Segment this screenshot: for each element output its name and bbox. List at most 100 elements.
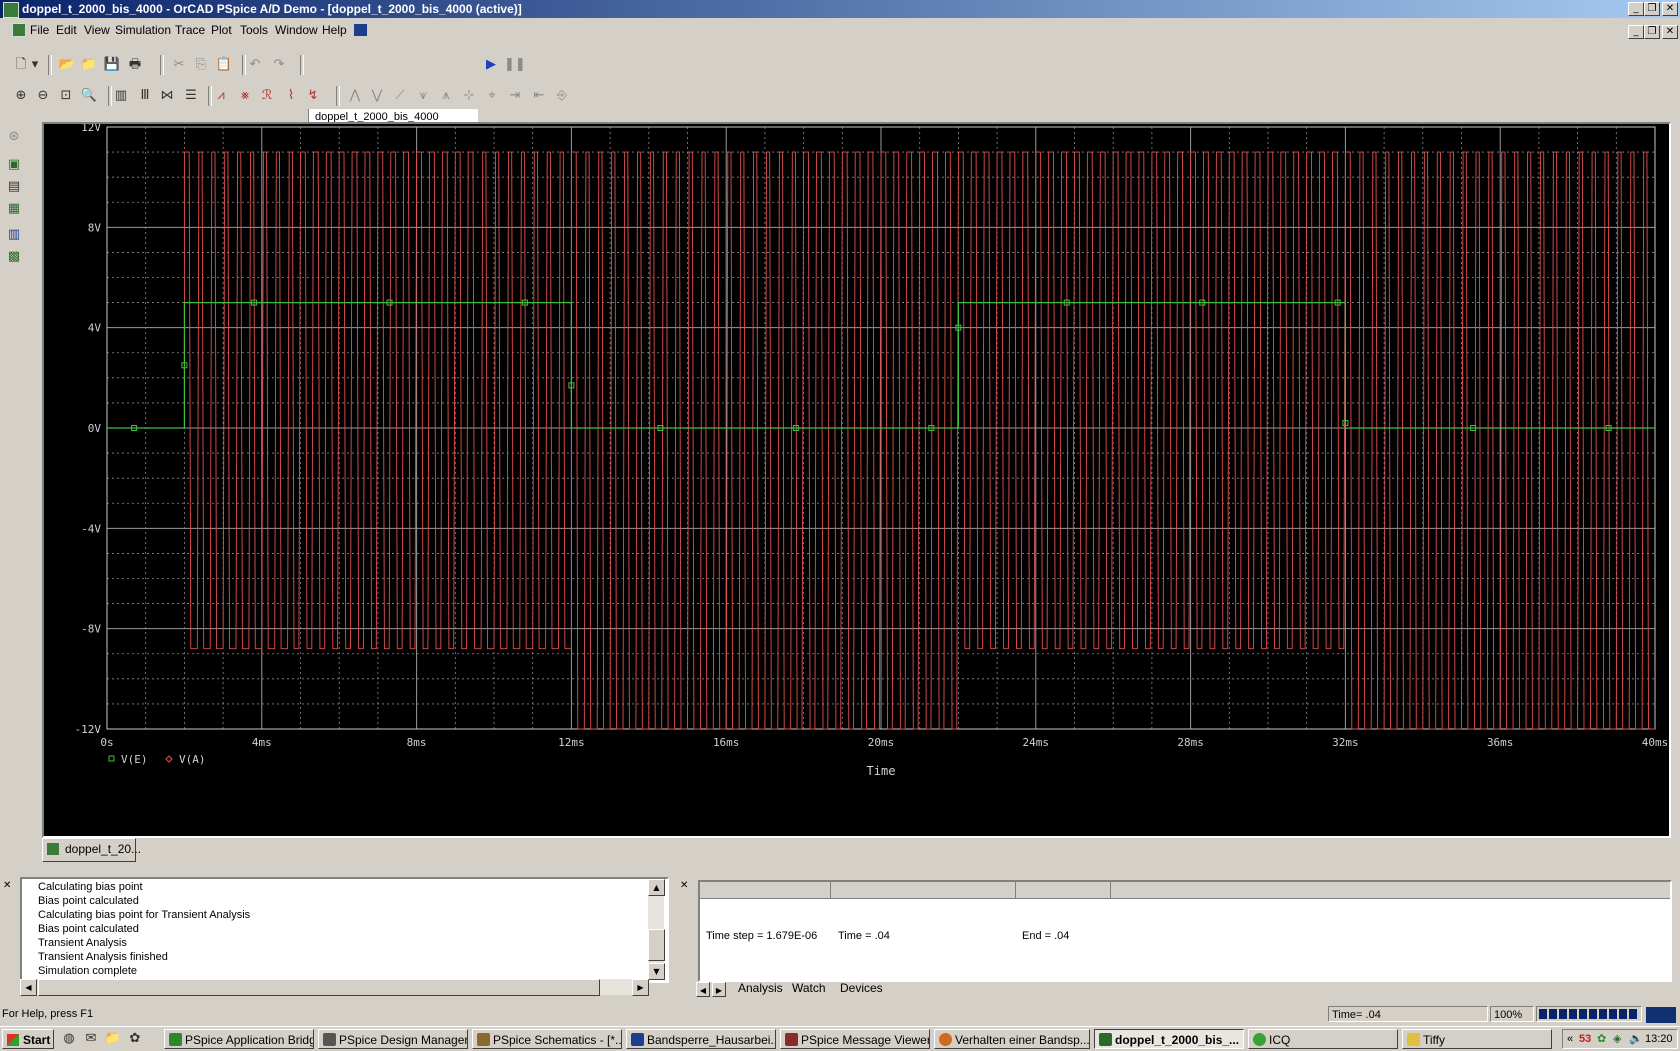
plot-markers-icon[interactable]: ℛ: [258, 87, 276, 105]
task-icq[interactable]: ICQ: [1248, 1029, 1398, 1049]
mdi-restore-icon[interactable]: ❐: [1644, 25, 1660, 39]
tray-expand-icon[interactable]: «: [1567, 1030, 1573, 1048]
cursor-label-icon[interactable]: ⎆: [553, 87, 571, 105]
cursor-next-transition-icon[interactable]: ⇥: [506, 87, 524, 105]
performance-analysis-icon[interactable]: ⋈: [158, 87, 176, 105]
cursor-max-icon[interactable]: ⩚: [437, 87, 455, 105]
new-dropdown-icon[interactable]: ▾: [30, 56, 40, 74]
volume-tray-icon[interactable]: 🔈: [1629, 1030, 1643, 1048]
mdi-close-icon[interactable]: ✕: [1662, 25, 1678, 39]
run-icon[interactable]: ▶: [482, 56, 500, 74]
fourier-icon[interactable]: Ⅲ: [136, 87, 154, 105]
task-pspice-design-manager[interactable]: PSpice Design Manager...: [318, 1029, 468, 1049]
cursor-point-icon[interactable]: ⊹: [460, 87, 478, 105]
copy-icon[interactable]: ⎘: [192, 56, 210, 74]
task-pspice-application-bridge[interactable]: PSpice Application Bridge: [164, 1029, 314, 1049]
start-button[interactable]: Start: [2, 1029, 54, 1049]
tab-scroll-left-icon[interactable]: ◀: [696, 982, 710, 997]
output-pane-close-icon[interactable]: ✕: [3, 877, 11, 891]
plot-window[interactable]: 12V 8V 4V 0V -4V -8V -12V 0s 4ms 8ms 12ms 16ms 20ms 2…: [42, 122, 1671, 838]
whats-this-icon[interactable]: [354, 24, 367, 36]
status-pane-close-icon[interactable]: ✕: [680, 877, 688, 891]
zoom-in-icon[interactable]: ⊕: [12, 87, 30, 105]
minimize-icon[interactable]: _: [1628, 2, 1644, 16]
x-tick-label: 20ms: [868, 736, 895, 749]
cursor-peak-icon[interactable]: ⋀: [346, 87, 364, 105]
output-horizontal-scrollbar[interactable]: ◀ ▶: [20, 979, 649, 996]
view-output-file-icon[interactable]: ▤: [5, 178, 23, 196]
cut-icon[interactable]: ✂: [170, 56, 188, 74]
menu-help[interactable]: Help: [322, 23, 347, 37]
menu-simulation[interactable]: Simulation: [115, 23, 171, 37]
tab-analysis[interactable]: Analysis: [738, 981, 783, 995]
log-y-axis-icon[interactable]: ☰: [182, 87, 200, 105]
open-simulation-icon[interactable]: 📁: [80, 56, 98, 74]
menu-edit[interactable]: Edit: [56, 23, 77, 37]
task-tiffy[interactable]: Tiffy: [1402, 1029, 1552, 1049]
cursor-search-icon[interactable]: ⌖: [483, 87, 501, 105]
output-window[interactable]: Calculating bias point Bias point calcul…: [20, 877, 669, 983]
explorer-quicklaunch-icon[interactable]: 📁: [104, 1030, 122, 1048]
pause-icon[interactable]: ❚❚: [504, 56, 526, 74]
scroll-right-icon[interactable]: ▶: [632, 979, 649, 996]
log-x-axis-icon[interactable]: ▥: [112, 87, 130, 105]
horizontal-scroll-thumb[interactable]: [38, 979, 600, 996]
menu-trace[interactable]: Trace: [175, 23, 205, 37]
cursor-trough-icon[interactable]: ⋁: [368, 87, 386, 105]
zoom-out-icon[interactable]: ⊖: [34, 87, 52, 105]
restore-icon[interactable]: ❐: [1644, 2, 1660, 16]
close-icon[interactable]: ✕: [1662, 2, 1678, 16]
network-tray-icon[interactable]: ◈: [1613, 1030, 1621, 1048]
tab-scroll-right-icon[interactable]: ▶: [712, 982, 726, 997]
task-firefox-browser[interactable]: Verhalten einer Bandsp...: [934, 1029, 1090, 1049]
scroll-up-icon[interactable]: ▲: [648, 879, 665, 896]
mdi-minimize-icon[interactable]: _: [1628, 25, 1644, 39]
print-icon[interactable]: 🖶: [126, 56, 144, 74]
cursor-previous-transition-icon[interactable]: ⇤: [530, 87, 548, 105]
menu-window[interactable]: Window: [275, 23, 318, 37]
pspice-app-icon[interactable]: [3, 2, 19, 18]
view-simulation-messages-icon[interactable]: ▥: [5, 226, 23, 244]
pin-icon[interactable]: ⊛: [5, 128, 23, 146]
zoom-fit-icon[interactable]: 🔍: [80, 87, 98, 105]
add-trace-icon[interactable]: ⩘: [212, 87, 230, 105]
waveform-chart[interactable]: 12V 8V 4V 0V -4V -8V -12V0s 4ms 8ms 12ms 16ms 20ms 2…: [44, 124, 1669, 836]
view-simulation-results-icon[interactable]: ▦: [5, 200, 23, 218]
task-pspice-schematics[interactable]: PSpice Schematics - [*...: [472, 1029, 622, 1049]
toolbar-separator: [160, 55, 164, 75]
paste-icon[interactable]: 📋: [215, 56, 233, 74]
zoom-area-icon[interactable]: ⊡: [57, 87, 75, 105]
menu-file[interactable]: File: [30, 23, 49, 37]
icq-tray-icon[interactable]: ✿: [1597, 1030, 1606, 1048]
document-tab[interactable]: doppel_t_20...: [42, 838, 141, 862]
save-icon[interactable]: 💾: [103, 56, 121, 74]
scroll-thumb[interactable]: [648, 929, 665, 961]
firefox-quicklaunch-icon[interactable]: ◍: [60, 1030, 78, 1048]
task-pspice-ad-active[interactable]: doppel_t_2000_bis_...: [1094, 1029, 1244, 1049]
tab-watch[interactable]: Watch: [792, 981, 826, 995]
task-pspice-message-viewer[interactable]: PSpice Message Viewer...: [780, 1029, 930, 1049]
menu-tools[interactable]: Tools: [240, 23, 268, 37]
icq-quicklaunch-icon[interactable]: ✿: [126, 1030, 144, 1048]
cursor-slope-icon[interactable]: ⟋: [391, 87, 409, 105]
view-queue-icon[interactable]: ▩: [5, 248, 23, 266]
open-icon[interactable]: 📂: [58, 56, 76, 74]
cursor-min-icon[interactable]: ⩛: [414, 87, 432, 105]
undo-icon[interactable]: ↶: [246, 56, 264, 74]
x-tick-label: 4ms: [252, 736, 272, 749]
eval-goal-function-icon[interactable]: ⨳: [236, 87, 254, 105]
outlook-quicklaunch-icon[interactable]: ✉: [82, 1030, 100, 1048]
menu-view[interactable]: View: [84, 23, 110, 37]
new-icon[interactable]: 🗋: [12, 56, 30, 74]
task-bandsperre-document[interactable]: Bandsperre_Hausarbei...: [626, 1029, 776, 1049]
document-icon[interactable]: [12, 23, 26, 37]
scroll-down-icon[interactable]: ▼: [648, 963, 665, 980]
view-circuit-file-icon[interactable]: ▣: [5, 156, 23, 174]
redo-icon[interactable]: ↷: [270, 56, 288, 74]
tab-devices[interactable]: Devices: [840, 981, 883, 995]
scroll-left-icon[interactable]: ◀: [20, 979, 37, 996]
mark-label-icon[interactable]: ↯: [304, 87, 322, 105]
menu-plot[interactable]: Plot: [211, 23, 232, 37]
output-vertical-scrollbar[interactable]: ▲ ▼: [648, 879, 665, 980]
toggle-cursor-icon[interactable]: ⌇: [282, 87, 300, 105]
